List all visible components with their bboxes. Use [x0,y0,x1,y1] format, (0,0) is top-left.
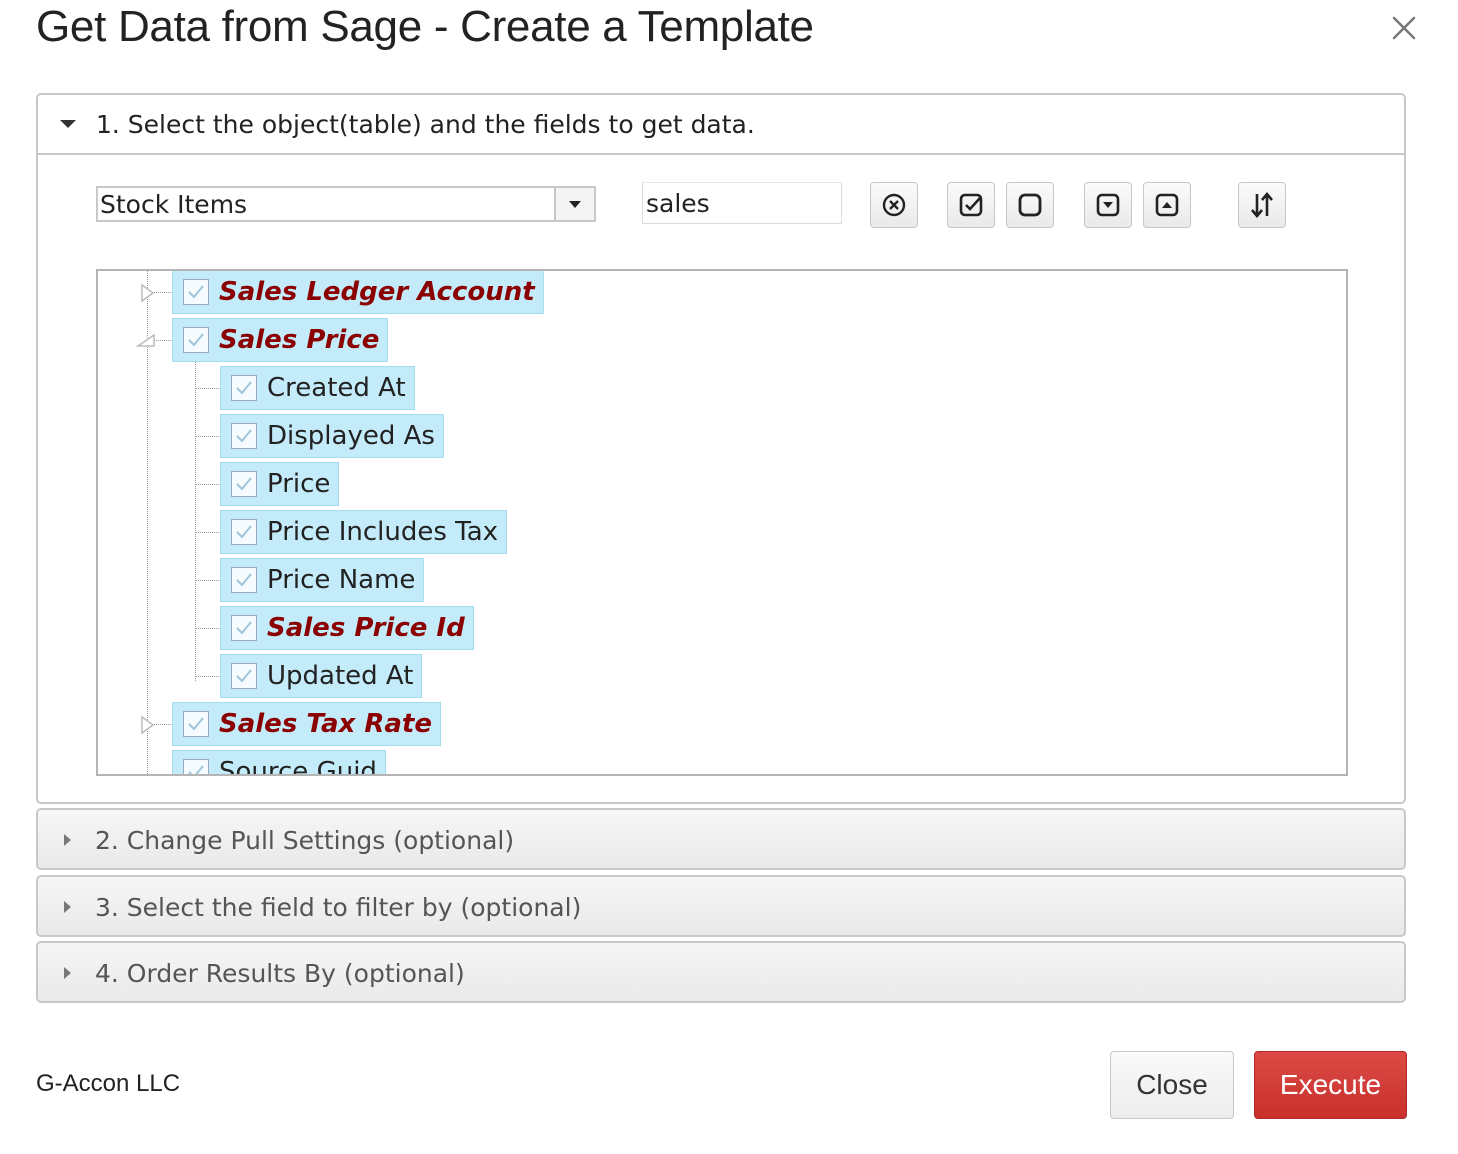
expand-arrow-icon[interactable] [140,715,156,735]
section-title: 4. Order Results By (optional) [95,958,465,988]
caret-right-icon [64,967,71,979]
close-button[interactable]: Close [1110,1051,1234,1119]
checkbox-checked-icon[interactable] [183,327,209,353]
tree-node-price-name[interactable]: Price Name [220,558,425,602]
object-select[interactable]: Stock Items [96,186,596,222]
object-select-value: Stock Items [100,189,248,219]
checkbox-checked-icon[interactable] [183,711,209,737]
checkbox-checked-icon[interactable] [183,279,209,305]
checkbox-checked-icon[interactable] [231,615,257,641]
tree-node-sales-price-id[interactable]: Sales Price Id [220,606,474,650]
section-title: 3. Select the field to filter by (option… [95,892,582,922]
tree-node-label: Sales Price Id [267,613,465,643]
tree-node-price-includes-tax[interactable]: Price Includes Tax [220,510,508,554]
field-tree[interactable]: Sales Ledger Account Sales Price Created… [96,269,1348,776]
caret-right-icon [64,901,71,913]
section-header-1[interactable]: 1. Select the object(table) and the fiel… [38,95,1404,155]
collapse-all-icon [1155,193,1179,217]
tree-node-label: Price [267,469,331,499]
checkbox-checked-icon[interactable] [231,423,257,449]
check-all-icon [959,193,983,217]
tree-node-label: Price Name [267,565,416,595]
dialog-title: Get Data from Sage - Create a Template [36,2,814,51]
tree-node-sales-price[interactable]: Sales Price [172,318,389,362]
checkbox-checked-icon[interactable] [231,519,257,545]
tree-node-label: Sales Tax Rate [219,709,432,739]
clear-circle-x-icon [882,193,906,217]
clear-search-button[interactable] [870,182,918,228]
checkbox-checked-icon[interactable] [231,375,257,401]
section-header-2[interactable]: 2. Change Pull Settings (optional) [38,810,1404,870]
expand-arrow-icon[interactable] [140,283,156,303]
tree-node-source-guid[interactable]: Source Guid [172,750,386,776]
collapse-all-button[interactable] [1143,182,1191,228]
caret-right-icon [64,834,71,846]
tree-node-label: Sales Ledger Account [219,277,535,307]
tree-node-label: Displayed As [267,421,435,451]
checkbox-checked-icon[interactable] [231,567,257,593]
tree-node-label: Sales Price [219,325,380,355]
tree-node-updated-at[interactable]: Updated At [220,654,423,698]
checkbox-checked-icon[interactable] [231,663,257,689]
tree-node-label: Source Guid [219,757,377,776]
tree-node-label: Updated At [267,661,414,691]
tree-node-sales-tax-rate[interactable]: Sales Tax Rate [172,702,441,746]
section-select-object: 1. Select the object(table) and the fiel… [36,93,1406,804]
caret-down-icon [60,120,76,128]
section-header-3[interactable]: 3. Select the field to filter by (option… [38,877,1404,937]
section-title: 2. Change Pull Settings (optional) [95,825,515,855]
sort-button[interactable] [1238,182,1286,228]
section-title: 1. Select the object(table) and the fiel… [96,109,755,139]
expand-all-icon [1096,193,1120,217]
tree-node-label: Price Includes Tax [267,517,499,547]
tree-node-price[interactable]: Price [220,462,340,506]
tree-node-label: Created At [267,373,406,403]
section-pull-settings[interactable]: 2. Change Pull Settings (optional) [36,808,1406,870]
tree-node-sales-ledger-account[interactable]: Sales Ledger Account [172,271,544,314]
section-filter-field[interactable]: 3. Select the field to filter by (option… [36,875,1406,937]
checkbox-checked-icon[interactable] [231,471,257,497]
expand-all-button[interactable] [1084,182,1132,228]
tree-node-created-at[interactable]: Created At [220,366,415,410]
check-all-button[interactable] [947,182,995,228]
sort-icon [1251,191,1273,219]
checkbox-checked-icon[interactable] [183,759,209,774]
collapse-arrow-icon[interactable] [136,333,156,349]
section-order-results[interactable]: 4. Order Results By (optional) [36,941,1406,1003]
tree-node-displayed-as[interactable]: Displayed As [220,414,444,458]
brand-label: G-Accon LLC [36,1070,181,1097]
field-search-input[interactable] [642,182,842,224]
execute-button[interactable]: Execute [1254,1051,1407,1119]
uncheck-all-button[interactable] [1006,182,1054,228]
close-icon[interactable] [1384,8,1424,48]
uncheck-all-icon [1018,193,1042,217]
dropdown-arrow-icon[interactable] [554,188,594,220]
section-header-4[interactable]: 4. Order Results By (optional) [38,943,1404,1003]
